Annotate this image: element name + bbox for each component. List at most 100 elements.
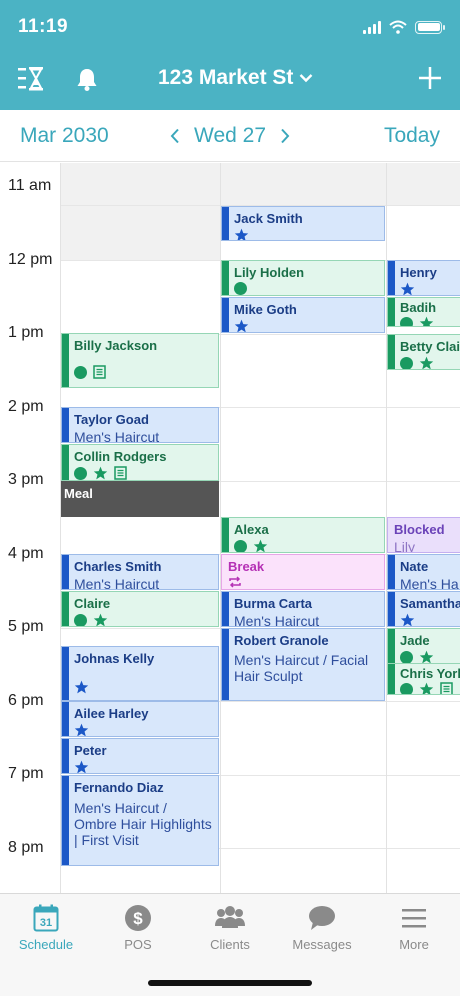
dollar-coin-icon: $: [125, 905, 151, 931]
service-name: Men's Haircut: [74, 576, 160, 590]
time-label: 8 pm: [8, 839, 44, 856]
tab-messages[interactable]: Messages: [276, 904, 368, 952]
tab-pos[interactable]: $ POS: [92, 904, 184, 952]
time-label: 11 am: [8, 177, 52, 194]
tab-label: POS: [124, 937, 152, 952]
blocked-time[interactable]: Blocked Lily: [387, 517, 460, 553]
star-icon: [400, 613, 415, 626]
appointment-icons: [400, 650, 460, 663]
appointment-card[interactable]: Ailee Harley: [61, 701, 219, 737]
appointment-card[interactable]: Mike Goth: [221, 297, 385, 333]
appointment-icons: [74, 365, 212, 379]
chat-bubble-icon: [309, 906, 335, 930]
appointment-card[interactable]: Nate Men's Ha: [387, 554, 460, 590]
appointment-icons: [400, 682, 460, 694]
star-icon: [74, 760, 89, 773]
date-bar: Mar 2030 Wed 27 Today: [0, 110, 460, 162]
appointment-card[interactable]: Johnas Kelly: [61, 646, 219, 701]
appointment-card[interactable]: Robert Granole Men's Haircut / Facial Ha…: [221, 628, 385, 701]
unavailable-block: [221, 163, 386, 205]
client-name: Fernando Diaz: [74, 780, 164, 795]
appointment-card[interactable]: Peter: [61, 738, 219, 774]
appointment-card[interactable]: Burma Carta Men's Haircut: [221, 591, 385, 627]
svg-text:31: 31: [40, 917, 52, 929]
location-selector[interactable]: 123 Market St: [158, 66, 313, 90]
repeat-icon: [229, 576, 241, 588]
service-name: Men's Haircut / Facial Hair Sculpt: [234, 652, 369, 684]
client-name: Chris York: [400, 666, 460, 681]
today-button[interactable]: Today: [384, 124, 440, 148]
svg-text:$: $: [133, 909, 143, 928]
star-icon: [419, 682, 434, 694]
star-icon: [419, 356, 434, 369]
calendar-icon: 31: [33, 904, 59, 932]
star-icon: [419, 650, 434, 663]
hamburger-menu-icon: [402, 909, 426, 928]
location-name: 123 Market St: [158, 66, 294, 89]
appointment-card[interactable]: Henry: [387, 260, 460, 296]
tab-schedule[interactable]: 31 Schedule: [0, 904, 92, 952]
current-day[interactable]: Wed 27: [194, 124, 266, 148]
appointment-card[interactable]: Chris York: [387, 663, 460, 695]
appointment-icons: [234, 539, 378, 552]
tab-label: Schedule: [18, 937, 74, 952]
time-label: 3 pm: [8, 471, 44, 488]
star-icon: [253, 539, 268, 552]
tab-label: Clients: [210, 937, 250, 952]
home-indicator[interactable]: [148, 980, 312, 986]
client-name: Betty Clair: [400, 339, 460, 354]
client-name: Samantha: [400, 596, 460, 611]
chevron-left-icon[interactable]: [170, 128, 180, 144]
chevron-down-icon: [300, 74, 313, 83]
appointment-icons: [74, 760, 212, 773]
tab-clients[interactable]: Clients: [184, 904, 276, 952]
status-dot-icon: [74, 365, 87, 379]
note-icon: [93, 365, 106, 379]
month-picker[interactable]: Mar 2030: [20, 124, 109, 148]
add-icon[interactable]: [418, 66, 442, 90]
appointment-card[interactable]: Collin Rodgers: [61, 444, 219, 481]
client-name: Taylor Goad: [74, 412, 149, 427]
appointment-icons: [234, 282, 378, 295]
star-icon: [400, 282, 415, 295]
client-name: Collin Rodgers: [74, 449, 167, 464]
appointment-card[interactable]: Alexa: [221, 517, 385, 553]
appointment-card[interactable]: Charles Smith Men's Haircut: [61, 554, 219, 590]
meal-block[interactable]: Meal: [61, 481, 219, 517]
status-dot-icon: [74, 613, 87, 626]
appointment-icons: [400, 613, 460, 626]
appointment-card[interactable]: Billy Jackson: [61, 333, 219, 388]
status-dot-icon: [234, 282, 247, 295]
appointment-icons: [74, 723, 212, 736]
client-name: Billy Jackson: [74, 338, 158, 353]
appointment-icons: [74, 613, 212, 626]
battery-icon: [415, 20, 445, 34]
appointment-card[interactable]: Jack Smith: [221, 206, 385, 241]
appointment-card[interactable]: Jade: [387, 628, 460, 664]
star-icon: [93, 613, 108, 626]
service-name: Men's Haircut / Ombre Hair Highlights | …: [74, 800, 212, 848]
client-name: Ailee Harley: [74, 706, 149, 721]
block-label: Blocked: [394, 522, 445, 537]
appointment-icons: [74, 466, 212, 480]
time-label: 7 pm: [8, 765, 44, 782]
status-dot-icon: [400, 316, 413, 326]
chevron-right-icon[interactable]: [280, 128, 290, 144]
appointment-card[interactable]: Fernando Diaz Men's Haircut / Ombre Hair…: [61, 775, 219, 866]
appointment-card[interactable]: Samantha: [387, 591, 460, 627]
appointment-icons: [400, 356, 460, 369]
tab-more[interactable]: More: [368, 904, 460, 952]
appointment-card[interactable]: Badih: [387, 297, 460, 327]
break-block[interactable]: Break: [221, 554, 385, 590]
waitlist-hourglass-icon[interactable]: [18, 66, 46, 92]
appointment-card[interactable]: Taylor Goad Men's Haircut: [61, 407, 219, 443]
appointment-icons: [234, 228, 378, 240]
unavailable-block: [60, 163, 220, 260]
appointment-card[interactable]: Claire: [61, 591, 219, 627]
block-note: Lily: [394, 539, 416, 553]
appointment-card[interactable]: Lily Holden: [221, 260, 385, 296]
time-label: 2 pm: [8, 398, 44, 415]
status-dot-icon: [400, 356, 413, 369]
bell-icon[interactable]: [76, 67, 98, 91]
appointment-card[interactable]: Betty Clair: [387, 334, 460, 370]
